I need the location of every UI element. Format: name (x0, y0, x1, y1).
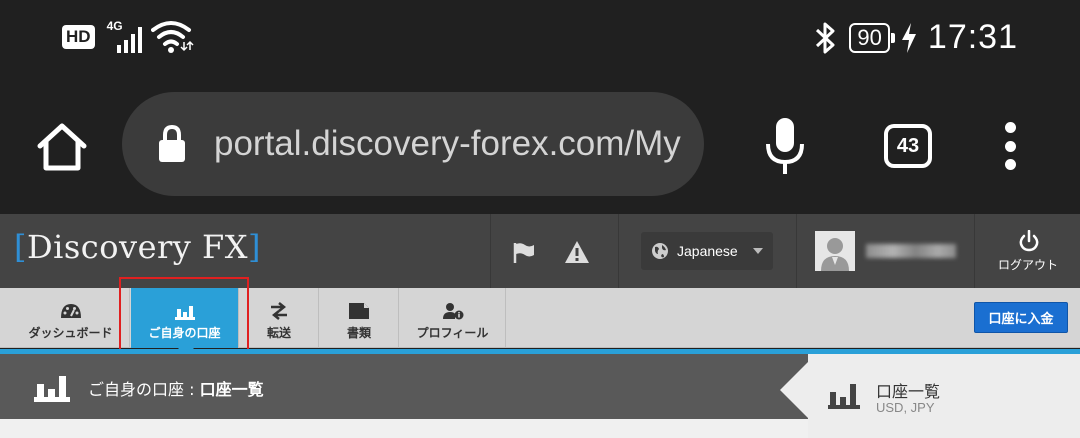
transfer-arrows-icon (271, 302, 287, 320)
clock: 17:31 (927, 18, 1018, 56)
nav-item-transfer[interactable]: 転送 (240, 288, 319, 348)
microphone-icon[interactable] (764, 116, 806, 176)
status-right: 90 17:31 (813, 18, 1018, 57)
page-title: ご自身の口座 : 口座一覧 (88, 376, 264, 400)
nav-item-my-account[interactable]: ご自身の口座 (131, 288, 239, 348)
page-title-bar: ご自身の口座 : 口座一覧 (0, 354, 808, 419)
header-divider (796, 214, 797, 288)
user-silhouette-icon (821, 238, 849, 271)
bluetooth-icon (816, 22, 835, 53)
language-select[interactable]: Japanese (641, 232, 773, 270)
overflow-menu-icon[interactable] (998, 122, 1022, 170)
nav-item-profile[interactable]: プロフィール (400, 288, 506, 348)
flag-icon[interactable] (512, 242, 536, 264)
dashboard-gauge-icon (60, 304, 81, 318)
nav-label: プロフィール (416, 326, 489, 340)
profile-info-icon (442, 303, 463, 320)
site-logo[interactable]: [Discovery FX] (14, 228, 261, 266)
browser-toolbar: portal.discovery-forex.com/My 43 (0, 78, 1080, 214)
battery-indicator: 90 (849, 22, 896, 53)
nav-item-documents[interactable]: 書類 (320, 288, 399, 348)
battery-level: 90 (857, 24, 882, 50)
cell-signal-icon: 4G (105, 19, 142, 53)
account-panel-currencies: USD, JPY (876, 400, 935, 415)
header-divider (618, 214, 619, 288)
url-text[interactable]: portal.discovery-forex.com/My (214, 124, 681, 164)
bar-chart-icon (174, 306, 195, 320)
breadcrumb-current: 口座一覧 (199, 380, 264, 399)
main-content: ご自身の口座 : 口座一覧 口座一覧 USD, JPY (0, 349, 1080, 438)
logo-text: Discovery FX (26, 228, 249, 266)
breadcrumb-section: ご自身の口座 : (88, 380, 200, 399)
nav-label: ダッシュボード (28, 326, 113, 340)
tab-switcher-button[interactable]: 43 (884, 124, 932, 168)
warning-icon[interactable] (564, 240, 590, 264)
deposit-button[interactable]: 口座に入金 (974, 302, 1068, 333)
nav-item-dashboard[interactable]: ダッシュボード (12, 288, 130, 348)
account-panel-title: 口座一覧 (876, 382, 941, 401)
power-icon (1019, 230, 1039, 252)
charging-bolt-icon (901, 22, 916, 53)
username-redacted (866, 244, 956, 258)
lock-icon (159, 124, 185, 162)
nav-label: 書類 (346, 326, 371, 340)
language-value: Japanese (677, 243, 738, 259)
chevron-down-icon (753, 248, 763, 254)
account-list-panel[interactable]: 口座一覧 USD, JPY (780, 354, 1080, 438)
wifi-icon (150, 21, 194, 53)
status-bar: HD 4G 90 17:31 (0, 0, 1080, 78)
avatar[interactable] (815, 231, 855, 271)
main-nav: ダッシュボード ご自身の口座 転送 書類 プロフィール 口座に入金 (0, 288, 1080, 356)
bar-chart-icon (34, 376, 70, 402)
globe-icon (652, 243, 668, 259)
document-icon (349, 303, 369, 319)
hd-badge: HD (62, 25, 95, 49)
tab-count: 43 (896, 134, 920, 157)
status-left: HD 4G (62, 19, 195, 54)
logout-button[interactable]: ログアウト (976, 214, 1080, 288)
site-header: [Discovery FX] Japanese ログアウト (0, 214, 1080, 288)
header-divider (490, 214, 491, 288)
address-bar[interactable]: portal.discovery-forex.com/My (122, 92, 704, 196)
logout-label: ログアウト (997, 258, 1058, 272)
home-icon[interactable] (36, 122, 88, 172)
header-divider (974, 214, 975, 288)
nav-label: 転送 (266, 326, 291, 340)
bar-chart-icon (828, 384, 860, 409)
nav-label: ご自身の口座 (148, 326, 221, 340)
